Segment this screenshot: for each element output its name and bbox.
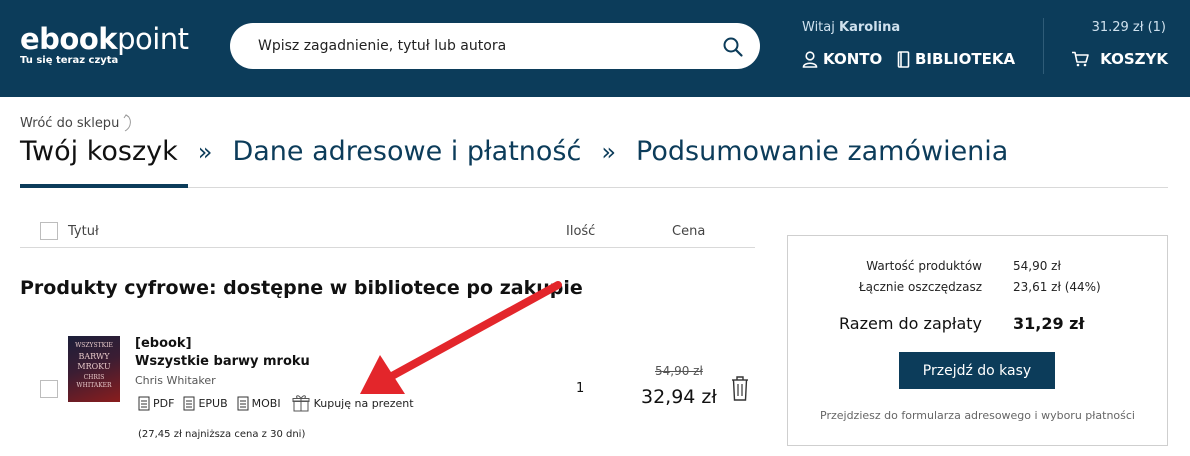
buy-as-gift-option[interactable]: Kupuję na prezent [292,394,414,412]
steps-divider [20,187,1168,188]
library-link[interactable]: BIBLIOTEKA [897,50,1015,68]
document-icon [237,396,249,410]
savings-value: 23,61 zł (44%) [1013,280,1101,294]
product-title[interactable]: Wszystkie barwy mroku [135,354,310,369]
account-link[interactable]: KONTO [802,50,882,68]
document-icon [183,396,195,410]
logo[interactable]: ebookpoint Tu się teraz czyta [20,24,189,66]
cart-table-header: Tytuł Ilość Cena [20,218,755,248]
logo-tagline: Tu się teraz czyta [20,55,119,66]
user-name: Karolina [839,20,901,35]
gift-label: Kupuję na prezent [313,396,414,410]
user-icon [802,50,818,68]
digital-products-heading: Produkty cyfrowe: dostępne w bibliotece … [20,277,583,299]
format-label: PDF [153,396,175,410]
current-price: 32,94 zł [641,386,717,408]
library-label: BIBLIOTEKA [915,50,1016,68]
format-list: PDF EPUB MOBI Kupuję na prezent [138,394,414,412]
step-separator: » [197,137,213,166]
cover-text: MROKU [77,362,111,371]
product-quantity: 1 [576,381,585,396]
cover-text: WSZYSTKIE [75,342,113,349]
format-epub: EPUB [183,396,228,411]
header-divider [1043,18,1044,74]
trash-icon[interactable] [729,373,751,403]
total-value: 31,29 zł [1013,314,1085,333]
products-value-label: Wartość produktów [866,259,982,273]
cart-summary: 31.29 zł (1) [1091,20,1166,35]
back-to-shop-link[interactable]: Wróć do sklepu [20,114,133,132]
book-cover[interactable]: WSZYSTKIE BARWY MROKU CHRIS WHITAKER [68,336,120,402]
column-title: Tytuł [68,224,99,239]
search-icon[interactable] [722,36,744,58]
logo-bold-text: ebook [20,22,118,56]
account-label: KONTO [823,50,883,68]
column-quantity: Ilość [566,224,596,239]
active-step-underline [20,184,188,188]
cover-text: WHITAKER [76,382,112,389]
checkout-button[interactable]: Przejdź do kasy [899,352,1055,389]
products-value: 54,90 zł [1013,259,1061,273]
site-header: ebookpoint Tu się teraz czyta Witaj Karo… [0,0,1190,97]
product-checkbox[interactable] [40,380,58,398]
book-icon [897,50,910,68]
total-label: Razem do zapłaty [839,314,982,333]
curved-arrow-icon [123,114,132,132]
order-summary-box: Wartość produktów 54,90 zł Łącznie oszcz… [787,235,1168,446]
step-order-summary[interactable]: Podsumowanie zamówienia [636,136,1008,167]
format-label: MOBI [251,396,281,410]
step-address-payment[interactable]: Dane adresowe i płatność [232,136,581,167]
cover-text: BARWY [78,352,110,361]
checkout-note: Przejdziesz do formularza adresowego i w… [820,409,1135,422]
savings-label: Łącznie oszczędzasz [858,280,982,294]
old-price: 54,90 zł [655,364,703,378]
user-greeting: Witaj Karolina [802,20,900,35]
cart-icon [1072,51,1089,67]
lowest-price-note: (27,45 zł najniższa cena z 30 dni) [138,429,306,440]
search-input[interactable] [258,23,718,69]
cart-link[interactable]: KOSZYK [1071,50,1168,68]
product-author: Chris Whitaker [135,374,216,387]
logo-light-text: point [117,22,189,56]
back-link-label: Wróć do sklepu [20,115,120,131]
format-label: EPUB [198,396,228,410]
format-pdf: PDF [138,396,174,411]
step-cart[interactable]: Twój koszyk [20,136,178,167]
search-bar [230,23,760,69]
gift-icon [292,395,310,412]
product-type: [ebook] [135,336,192,351]
greeting-prefix: Witaj [802,20,835,35]
cover-text: CHRIS [83,374,105,381]
select-all-checkbox[interactable] [40,222,58,240]
cart-label: KOSZYK [1100,50,1168,68]
checkout-steps: Twój koszyk » Dane adresowe i płatność »… [20,136,1008,167]
column-price: Cena [672,224,706,239]
document-icon [138,396,150,410]
format-mobi: MOBI [237,396,281,411]
step-separator: » [601,137,617,166]
